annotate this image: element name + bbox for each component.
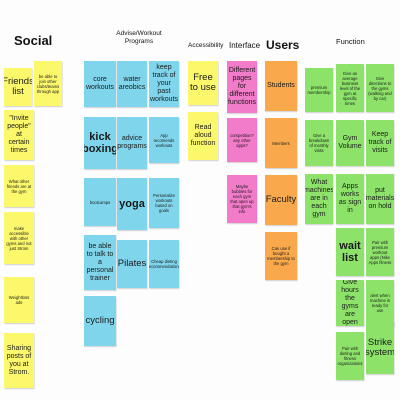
- note-business-level: Give an average business level of the gy…: [336, 64, 364, 112]
- note-monthly-visits: Give a breakdown of monthly visits: [305, 120, 333, 166]
- note-pilates: Pilates: [117, 240, 147, 288]
- header-users: Users: [266, 38, 300, 52]
- note-machines-in-gym: What machines are in each gym: [305, 174, 333, 224]
- note-premium-workout-apps: Pair with premium workout apps (Nike App…: [366, 228, 394, 276]
- note-app-recommends: App recomends workouts: [149, 117, 179, 163]
- note-directions: Give directions to the gyms (walking and…: [366, 64, 394, 112]
- note-weightloss-ads: Weightloss ads: [4, 277, 34, 323]
- note-kick-boxing: kick boxing: [84, 117, 116, 169]
- note-read-aloud: Read aloud function: [188, 112, 218, 160]
- note-members: Members: [265, 118, 297, 168]
- note-gym-hours: Give hours the gyms are open: [336, 280, 364, 326]
- header-advise-text: Advise/Workout Programs: [116, 30, 162, 45]
- header-function: Function: [336, 37, 365, 46]
- note-core-workouts: core workouts: [84, 61, 116, 107]
- note-free-to-use: Free to use: [188, 61, 218, 105]
- note-dieting-organizations: Pair with dieting and fitness organizati…: [336, 332, 364, 380]
- note-track-past-workouts: keep track of your past workouts: [149, 61, 179, 107]
- note-friends-at-gym: What other friends are at the gym: [4, 165, 34, 207]
- note-gym-volume: Gym Volume: [336, 120, 364, 166]
- note-friends-list: Friends list: [4, 68, 32, 106]
- header-interface: Interface: [229, 41, 261, 50]
- note-competition: competition? any other apps?: [227, 118, 257, 162]
- header-accessibility: Accessibility: [188, 42, 224, 49]
- note-students: Students: [265, 61, 297, 111]
- note-bootcamps: bootcamps: [84, 178, 116, 226]
- note-strike-system: Strike system: [366, 322, 394, 374]
- note-yoga: yoga: [117, 178, 147, 230]
- note-sharing-posts: Sharing posts of you at Strom.: [4, 333, 34, 388]
- header-social: Social: [14, 33, 53, 48]
- note-sign-in: Apps works as sign in: [336, 174, 364, 224]
- note-personalize-workouts: Personalize workouts based on goals: [149, 178, 179, 228]
- note-personal-trainer: be able to talk to a personal trainer: [84, 235, 116, 290]
- note-cycling: cycling: [84, 296, 116, 346]
- note-track-visits: Keep track of visits: [366, 120, 394, 166]
- note-faculty: Faculty: [265, 175, 297, 225]
- note-advice-programs: advice programs: [117, 117, 147, 169]
- header-advise-workout-programs: Advise/Workout Programs: [100, 30, 178, 45]
- note-materials-on-hold: put materials on hold: [366, 174, 394, 224]
- note-cheap-dieting: Cheap dieting recommendations: [149, 240, 179, 288]
- note-invite-people: "Invite people" at certain times: [4, 110, 34, 160]
- note-bought-membership: Can use if bought a membership to the gy…: [265, 232, 297, 280]
- note-water-aerobics: water areobics: [117, 61, 147, 107]
- sticky-note-board: Social Advise/Workout Programs Accessibi…: [0, 0, 400, 400]
- note-different-pages: Different pages for different functions: [227, 61, 257, 113]
- note-wait-list: wait list: [336, 228, 364, 276]
- note-machine-alert: alert when machine is ready for use: [366, 280, 394, 326]
- note-join-clubs: be able to join other clubs/teams throug…: [34, 61, 62, 106]
- note-other-gyms: make accessible with other gyms and not …: [4, 212, 34, 264]
- note-gym-bubbles: Maybe bubbles for each gym that open up …: [227, 175, 257, 223]
- note-premium-membership: premium membership: [305, 68, 333, 112]
